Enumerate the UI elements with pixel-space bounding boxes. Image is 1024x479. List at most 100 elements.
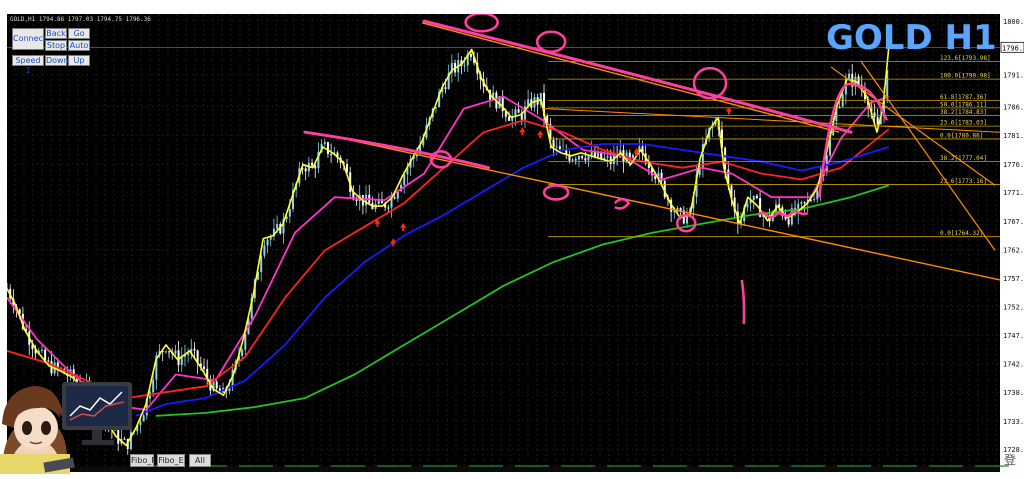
candle-body <box>266 239 269 246</box>
go-button[interactable]: Go <box>68 28 90 39</box>
candle-body <box>469 53 472 57</box>
markup-circle <box>464 14 499 33</box>
candle-body <box>755 195 758 199</box>
candle-body <box>387 207 390 209</box>
candle-body <box>873 112 876 117</box>
y-tick-label: 1781.50 <box>1003 132 1024 140</box>
chart-title: GOLD H1 <box>826 18 997 58</box>
fib-level-label: 38.2[1784.83] <box>940 109 987 116</box>
current-price-label: 1796.36 <box>1002 44 1024 52</box>
candle-body <box>558 146 561 150</box>
arrow-marker <box>400 222 407 231</box>
ma-line-0 <box>7 95 890 411</box>
symbol-info: GOLD,H1 1794.86 1797.03 1794.75 1796.36 <box>10 16 151 23</box>
candle-body <box>276 224 279 229</box>
candle-body <box>47 360 50 362</box>
candle-body <box>813 199 816 201</box>
corner-glyph-icon: 登 <box>1004 453 1017 467</box>
candle-body <box>508 116 511 121</box>
connect-button[interactable]: Connect <box>12 28 46 50</box>
candle-body <box>838 106 841 108</box>
speed-button[interactable]: Speed 1 <box>12 55 44 75</box>
y-tick-label: 1771.85 <box>1003 189 1024 197</box>
y-tick-label: 1800.85 <box>1003 18 1024 26</box>
fib-level-label: 0.0[1764.32] <box>940 230 983 237</box>
candle-body <box>571 159 574 161</box>
fib-level-label: 23.6[1783.03] <box>940 120 987 127</box>
candle-body <box>168 351 171 353</box>
candle-body <box>311 162 314 166</box>
arrow-marker <box>537 130 544 139</box>
candle-body <box>174 350 177 354</box>
candle-body <box>803 202 806 204</box>
y-tick-label: 1757.35 <box>1003 275 1024 283</box>
y-tick-label: 1733.15 <box>1003 418 1024 426</box>
candle-body <box>44 349 47 361</box>
fib-level-label: 100.0[1790.98] <box>940 73 991 80</box>
y-tick-label: 1786.35 <box>1003 103 1024 111</box>
y-tick-label: 1738.00 <box>1003 389 1024 397</box>
candle-body <box>555 146 558 148</box>
monitor-illustration <box>62 382 132 445</box>
candle-body <box>848 73 851 79</box>
candle-body <box>142 415 145 422</box>
fibo-e-button[interactable]: Fibo_E <box>157 454 185 467</box>
markup-scribble <box>740 210 809 324</box>
candle-body <box>816 190 819 200</box>
fib-level-label: 61.8[1787.36] <box>940 94 987 101</box>
fib-level-label: 50.0[1786.11] <box>940 101 987 108</box>
candle-body <box>444 87 447 89</box>
y-tick-label: 1762.15 <box>1003 247 1024 255</box>
candle-body <box>679 208 682 211</box>
fib-level-label: 38.2[1777.04] <box>940 155 987 162</box>
candle-body <box>330 153 333 155</box>
candle-body <box>314 165 317 169</box>
candle-body <box>787 219 790 225</box>
candle-body <box>193 348 196 351</box>
back-button[interactable]: Back <box>45 28 67 39</box>
candle-body <box>365 194 368 206</box>
stop-button[interactable]: Stop <box>45 40 67 51</box>
candle-body <box>577 155 580 160</box>
arrow-marker <box>519 127 526 136</box>
candle-body <box>584 158 587 161</box>
candle-body <box>355 199 358 202</box>
candle-body <box>152 379 155 393</box>
candle-body <box>752 195 755 201</box>
candle-body <box>241 349 244 356</box>
y-tick-label: 1767.00 <box>1003 218 1024 226</box>
y-tick-label: 1747.65 <box>1003 332 1024 340</box>
chart-svg[interactable]: 1800.851796.301791.751786.351781.501776.… <box>7 14 1024 472</box>
avatar-illustration <box>0 382 132 474</box>
candle-body <box>304 168 307 172</box>
ma-line-3 <box>155 184 890 417</box>
fib-level-label: 23.6[1773.16] <box>940 178 987 185</box>
y-tick-label: 1791.75 <box>1003 72 1024 80</box>
candle-body <box>746 203 749 208</box>
time-axis <box>7 466 1000 472</box>
candle-body <box>393 197 396 199</box>
candle-body <box>574 159 577 161</box>
y-tick-label: 1752.50 <box>1003 304 1024 312</box>
all-button[interactable]: All <box>189 454 211 467</box>
candle-body <box>203 366 206 369</box>
y-tick-label: 1742.85 <box>1003 361 1024 369</box>
candle-body <box>800 202 803 204</box>
candle-body <box>164 351 167 353</box>
candle-body <box>581 155 584 159</box>
ma-line-1 <box>7 119 890 399</box>
down-button[interactable]: Down <box>45 55 69 66</box>
candle-body <box>606 156 609 158</box>
candle-body <box>514 109 517 117</box>
candle-body <box>403 174 406 185</box>
candle-body <box>288 208 291 217</box>
up-button[interactable]: Up <box>68 55 90 66</box>
auto-button[interactable]: Auto <box>68 40 90 51</box>
fib-level-label: 0.0[1780.86] <box>940 132 983 139</box>
y-tick-label: 1776.65 <box>1003 161 1024 169</box>
candle-body <box>552 140 555 148</box>
candle-body <box>40 349 43 351</box>
markup-scribble <box>613 197 631 210</box>
candle-body <box>323 142 326 144</box>
candle-body <box>263 245 266 256</box>
